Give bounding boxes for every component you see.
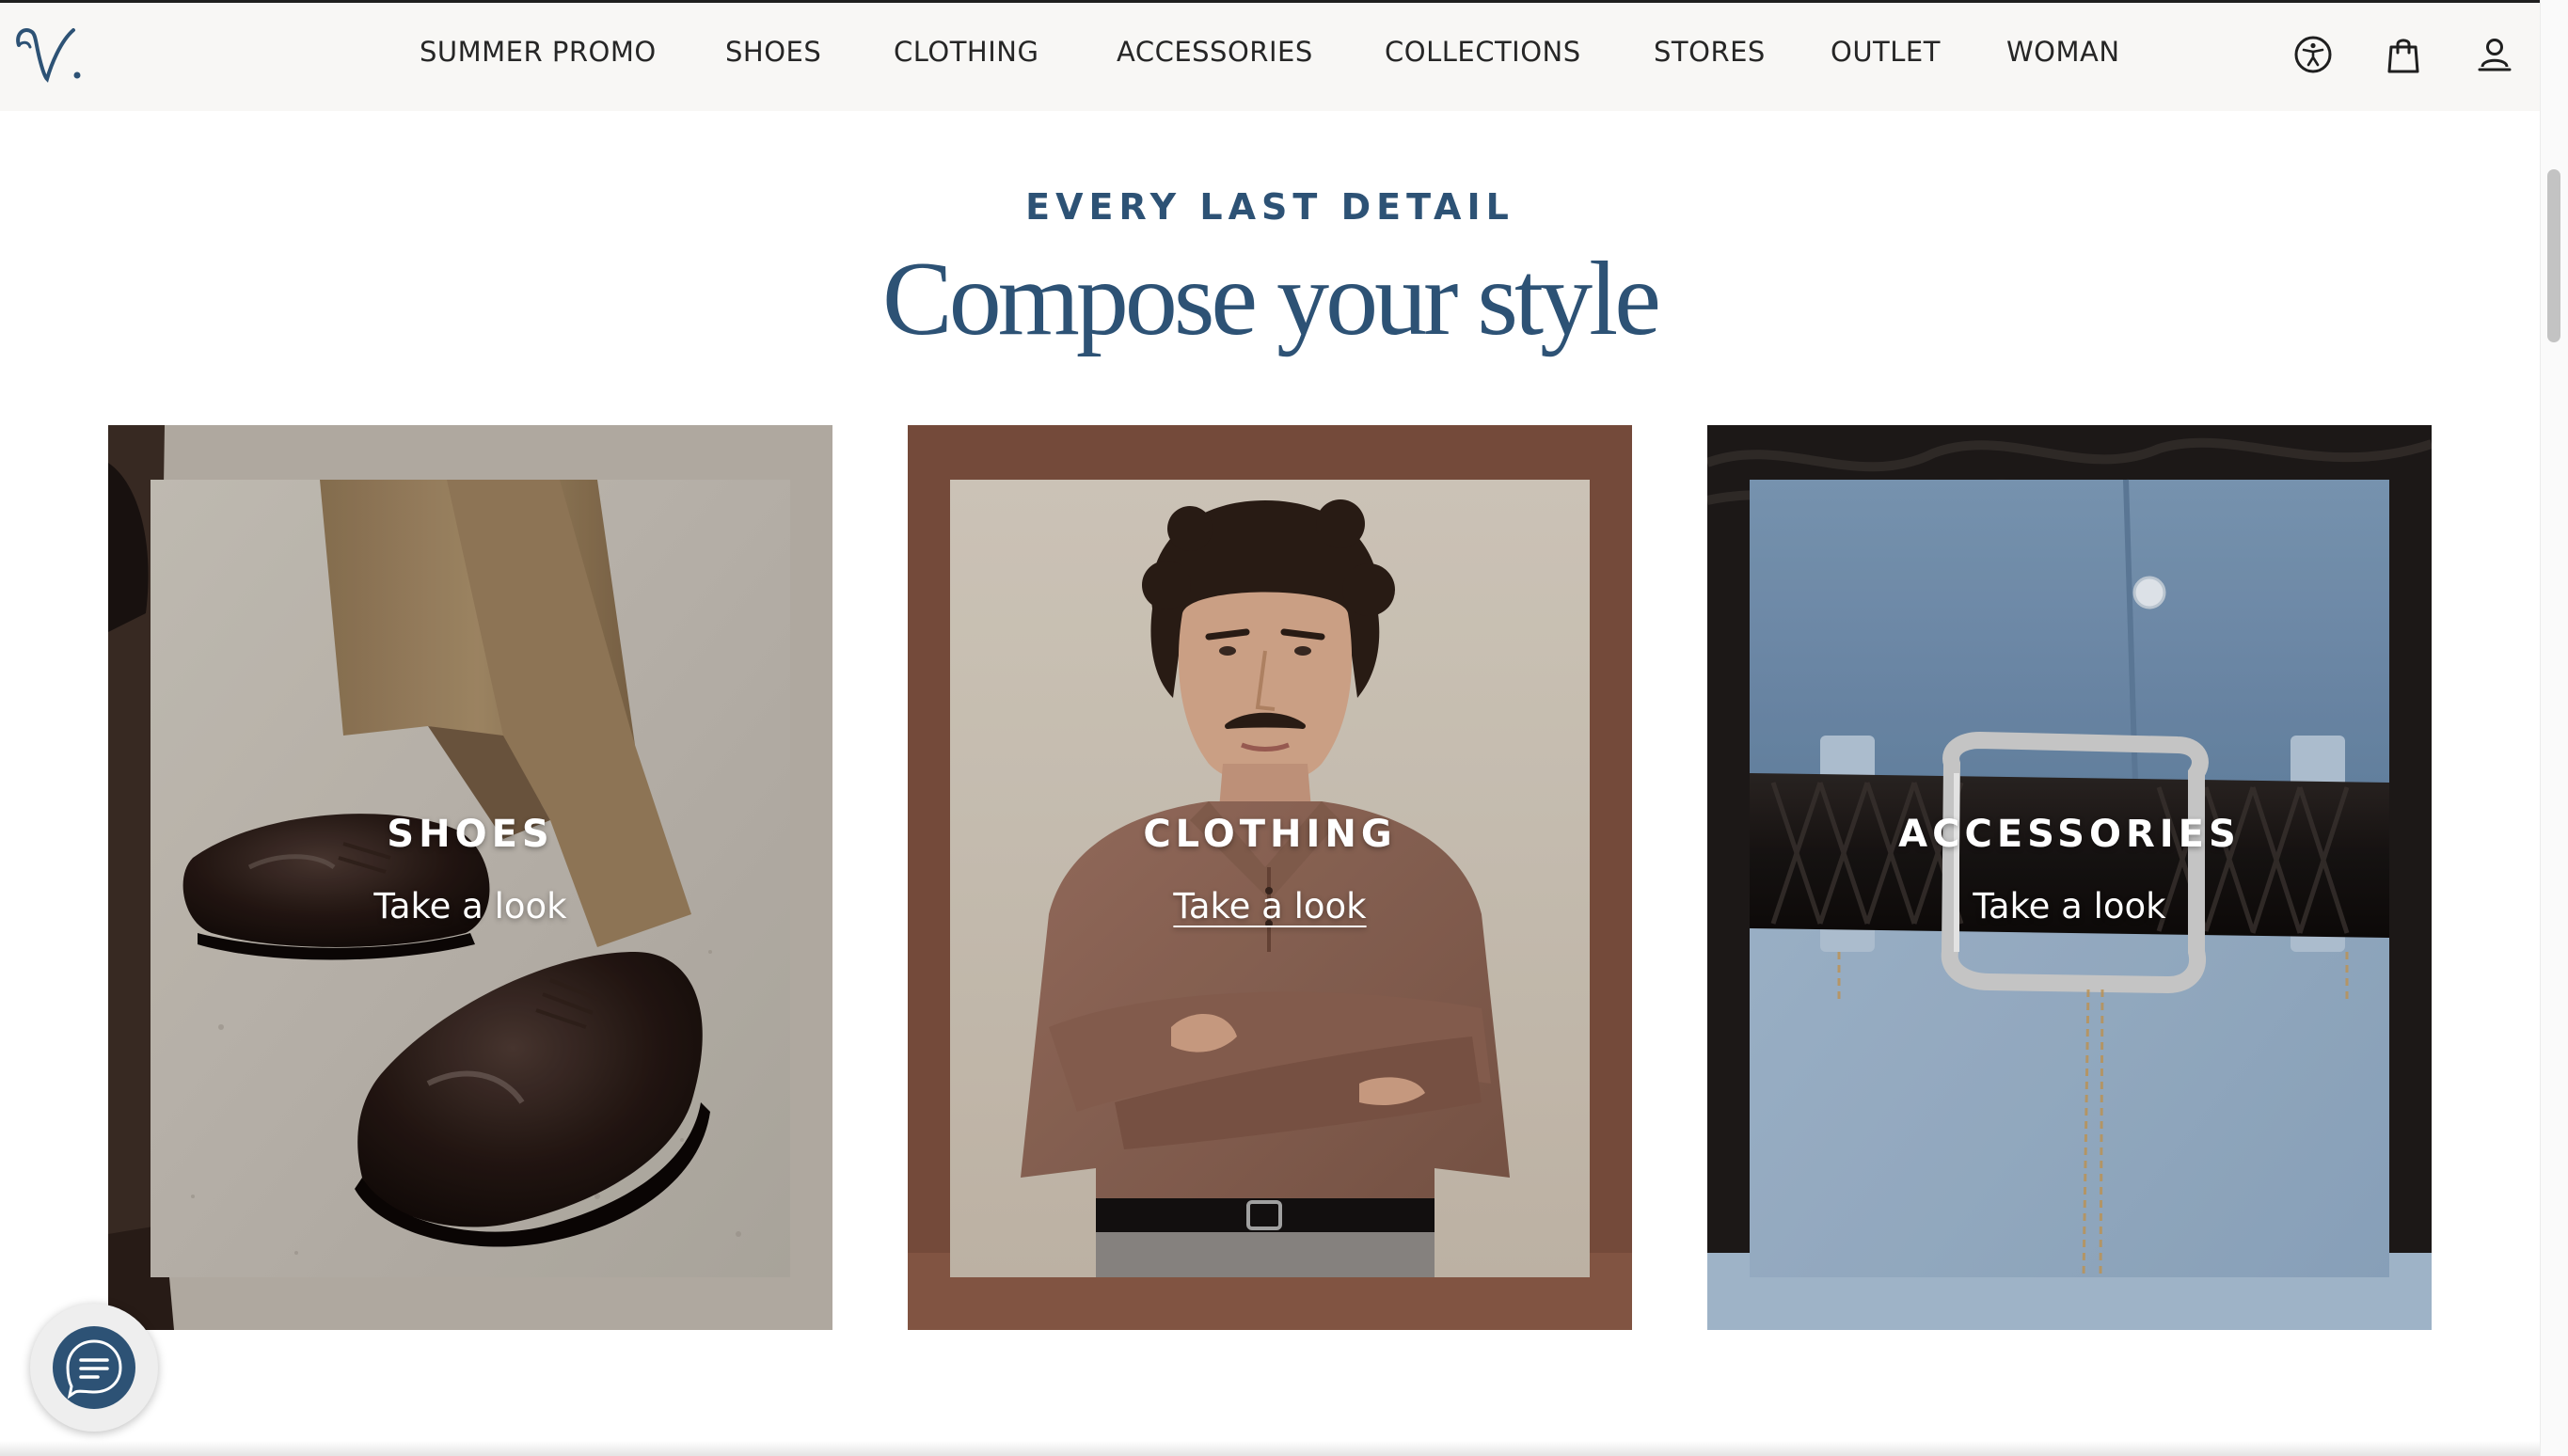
nav-item-shoes[interactable]: SHOES — [725, 36, 821, 68]
card-link-shoes: Take a look — [108, 886, 832, 926]
nav-item-summer-promo[interactable]: SUMMER PROMO — [420, 36, 657, 68]
shoes-photo — [108, 425, 832, 1330]
nav-item-collections[interactable]: COLLECTIONS — [1385, 36, 1581, 68]
chat-icon — [53, 1326, 135, 1409]
card-title-clothing: CLOTHING — [1143, 813, 1397, 856]
nav-item-clothing[interactable]: CLOTHING — [894, 36, 1038, 68]
section-eyebrow: EVERY LAST DETAIL — [1025, 186, 1514, 228]
nav-item-accessories[interactable]: ACCESSORIES — [1117, 36, 1313, 68]
card-title-accessories: ACCESSORIES — [1898, 813, 2241, 856]
category-card-accessories[interactable]: ACCESSORIES Take a look — [1707, 425, 2432, 1330]
category-card-clothing[interactable]: CLOTHING Take a look — [908, 425, 1632, 1330]
section-headline: Compose your style — [882, 241, 1661, 357]
take-a-look-link-shoes[interactable]: Take a look — [373, 886, 566, 926]
accessories-photo — [1707, 425, 2432, 1330]
card-title-shoes: SHOES — [387, 813, 554, 856]
card-link-clothing: Take a look — [908, 886, 1632, 926]
shopping-bag-icon[interactable] — [2383, 34, 2424, 75]
nav-item-woman[interactable]: WOMAN — [2006, 36, 2120, 68]
nav-item-stores[interactable]: STORES — [1654, 36, 1766, 68]
take-a-look-link-accessories[interactable]: Take a look — [1973, 886, 2165, 926]
user-account-icon[interactable] — [2474, 34, 2515, 75]
clothing-photo — [908, 425, 1632, 1330]
page-scrollbar-thumb[interactable] — [2547, 169, 2560, 342]
brand-logo[interactable] — [11, 17, 87, 85]
bottom-edge-shadow — [0, 1441, 2540, 1456]
nav-item-outlet[interactable]: OUTLET — [1831, 36, 1941, 68]
card-link-accessories: Take a look — [1707, 886, 2432, 926]
chat-button[interactable] — [30, 1304, 158, 1432]
category-card-shoes[interactable]: SHOES Take a look — [108, 425, 832, 1330]
accessibility-icon[interactable] — [2292, 34, 2334, 75]
take-a-look-link-clothing[interactable]: Take a look — [1173, 886, 1366, 926]
top-navigation-bar: SUMMER PROMO SHOES CLOTHING ACCESSORIES … — [0, 0, 2540, 111]
